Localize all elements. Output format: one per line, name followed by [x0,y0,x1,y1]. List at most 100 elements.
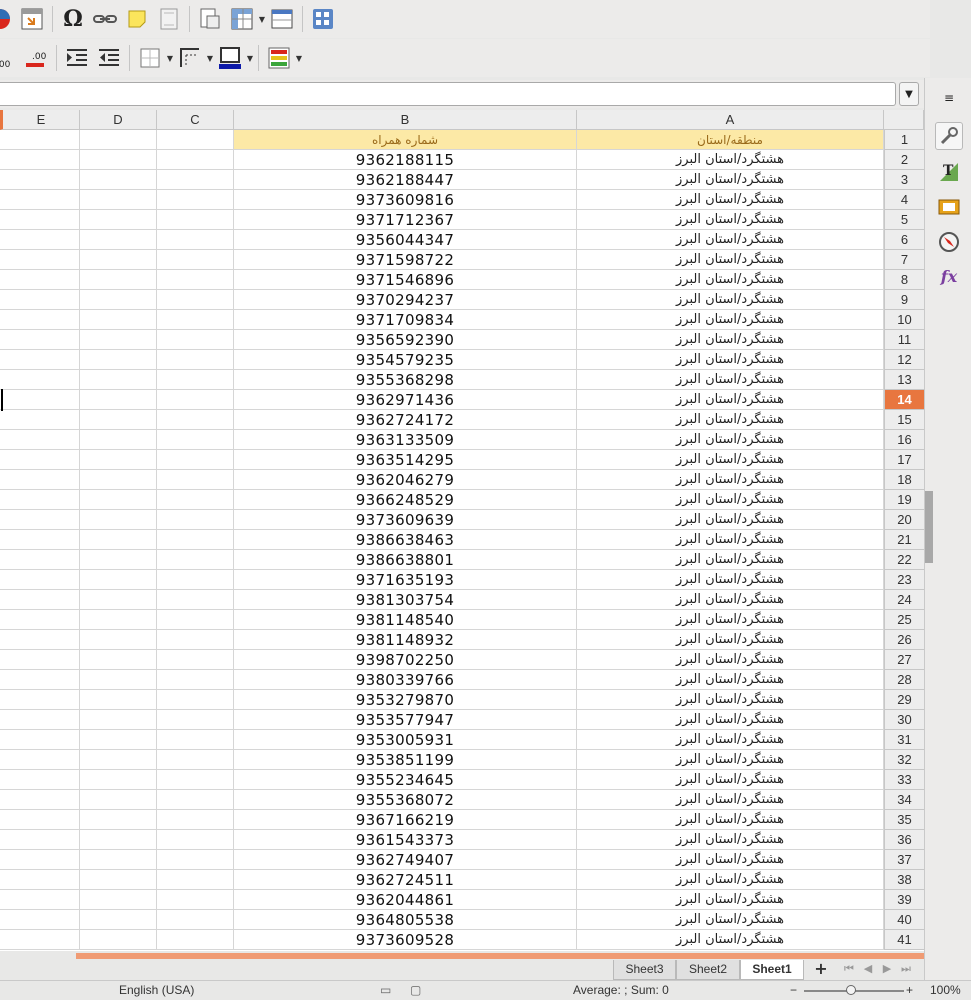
cell[interactable] [157,710,234,730]
cell[interactable] [157,350,234,370]
cell[interactable] [157,830,234,850]
styles-icon[interactable]: T [935,158,963,186]
row-header[interactable]: 17 [884,450,924,470]
region-cell[interactable]: هشتگرد/استان البرز [577,450,884,470]
row-header[interactable]: 1 [884,130,924,150]
cell[interactable] [80,570,157,590]
region-cell[interactable]: هشتگرد/استان البرز [577,370,884,390]
region-cell[interactable]: هشتگرد/استان البرز [577,830,884,850]
select-all-corner[interactable] [884,110,924,130]
phone-cell[interactable]: 9362188447 [234,170,577,190]
cell[interactable] [0,810,80,830]
phone-cell[interactable]: 9361543373 [234,830,577,850]
phone-cell[interactable]: 9355368072 [234,790,577,810]
cell[interactable] [157,850,234,870]
region-cell[interactable]: هشتگرد/استان البرز [577,510,884,530]
cell[interactable] [157,370,234,390]
region-cell[interactable]: هشتگرد/استان البرز [577,550,884,570]
phone-cell[interactable]: 9362971436 [234,390,577,410]
cell[interactable] [80,550,157,570]
border-style-icon[interactable] [176,44,204,72]
cell[interactable] [80,910,157,930]
comment-icon[interactable] [123,5,151,33]
language-status[interactable]: English (USA) [119,983,194,997]
sheet-tab-sheet1[interactable]: Sheet1 [740,960,804,980]
cell[interactable] [0,730,80,750]
phone-cell[interactable]: 9354579235 [234,350,577,370]
region-cell[interactable]: هشتگرد/استان البرز [577,390,884,410]
border-color-dropdown-arrow[interactable]: ▼ [246,44,254,72]
phone-cell[interactable]: 9364805538 [234,910,577,930]
cell[interactable] [157,810,234,830]
region-cell[interactable]: هشتگرد/استان البرز [577,330,884,350]
cell[interactable] [157,890,234,910]
row-header[interactable]: 27 [884,650,924,670]
region-cell[interactable]: هشتگرد/استان البرز [577,690,884,710]
split-window-icon[interactable] [268,5,296,33]
column-header-b[interactable]: B [234,110,577,130]
cell[interactable] [80,290,157,310]
row-header[interactable]: 32 [884,750,924,770]
freeze-dropdown-arrow[interactable]: ▼ [258,5,266,33]
zoom-out-icon[interactable]: − [790,983,797,997]
phone-cell[interactable]: 9381148540 [234,610,577,630]
row-header[interactable]: 19 [884,490,924,510]
row-header[interactable]: 34 [884,790,924,810]
row-header[interactable]: 14 [884,390,924,410]
cell[interactable] [0,650,80,670]
column-header-a[interactable]: A [577,110,884,130]
cell[interactable] [80,230,157,250]
row-header[interactable]: 10 [884,310,924,330]
cell[interactable] [157,130,234,150]
cell[interactable] [0,750,80,770]
cell[interactable] [0,890,80,910]
region-cell[interactable]: هشتگرد/استان البرز [577,150,884,170]
row-header[interactable]: 13 [884,370,924,390]
cell[interactable] [0,470,80,490]
cell[interactable] [157,430,234,450]
region-cell[interactable]: هشتگرد/استان البرز [577,230,884,250]
phone-cell[interactable]: 9353851199 [234,750,577,770]
next-sheet-icon[interactable]: ▶ [879,960,895,978]
cell[interactable] [157,750,234,770]
gallery-icon[interactable] [935,192,963,220]
region-cell[interactable]: هشتگرد/استان البرز [577,530,884,550]
row-header[interactable]: 23 [884,570,924,590]
phone-cell[interactable]: 9355368298 [234,370,577,390]
region-cell[interactable]: هشتگرد/استان البرز [577,770,884,790]
region-cell[interactable]: هشتگرد/استان البرز [577,910,884,930]
cell[interactable] [80,390,157,410]
cell[interactable] [0,130,80,150]
cell[interactable] [0,790,80,810]
cell[interactable] [0,630,80,650]
navigator-sidebar-icon[interactable] [935,228,963,256]
row-header[interactable]: 15 [884,410,924,430]
region-cell[interactable]: هشتگرد/استان البرز [577,930,884,950]
phone-cell[interactable]: 9381148932 [234,630,577,650]
row-header[interactable]: 6 [884,230,924,250]
phone-cell[interactable]: 9353005931 [234,730,577,750]
zoom-level[interactable]: 100% [930,983,961,997]
cell[interactable] [80,790,157,810]
header-cell-phone[interactable]: شماره همراه [234,130,577,150]
phone-cell[interactable]: 9381303754 [234,590,577,610]
cell[interactable] [157,530,234,550]
phone-cell[interactable]: 9362044861 [234,890,577,910]
cell[interactable] [157,690,234,710]
first-sheet-icon[interactable]: ⏮ [841,960,857,978]
row-header[interactable]: 5 [884,210,924,230]
cell[interactable] [80,590,157,610]
cell[interactable] [80,150,157,170]
cell[interactable] [157,650,234,670]
row-header[interactable]: 20 [884,510,924,530]
phone-cell[interactable]: 9398702250 [234,650,577,670]
sheet-tab-sheet3[interactable]: Sheet3 [613,960,676,980]
region-cell[interactable]: هشتگرد/استان البرز [577,670,884,690]
cell[interactable] [157,670,234,690]
cell[interactable] [0,270,80,290]
cell[interactable] [157,930,234,950]
cell[interactable] [0,190,80,210]
cell[interactable] [157,250,234,270]
border-color-icon[interactable] [216,44,244,72]
cell[interactable] [80,630,157,650]
